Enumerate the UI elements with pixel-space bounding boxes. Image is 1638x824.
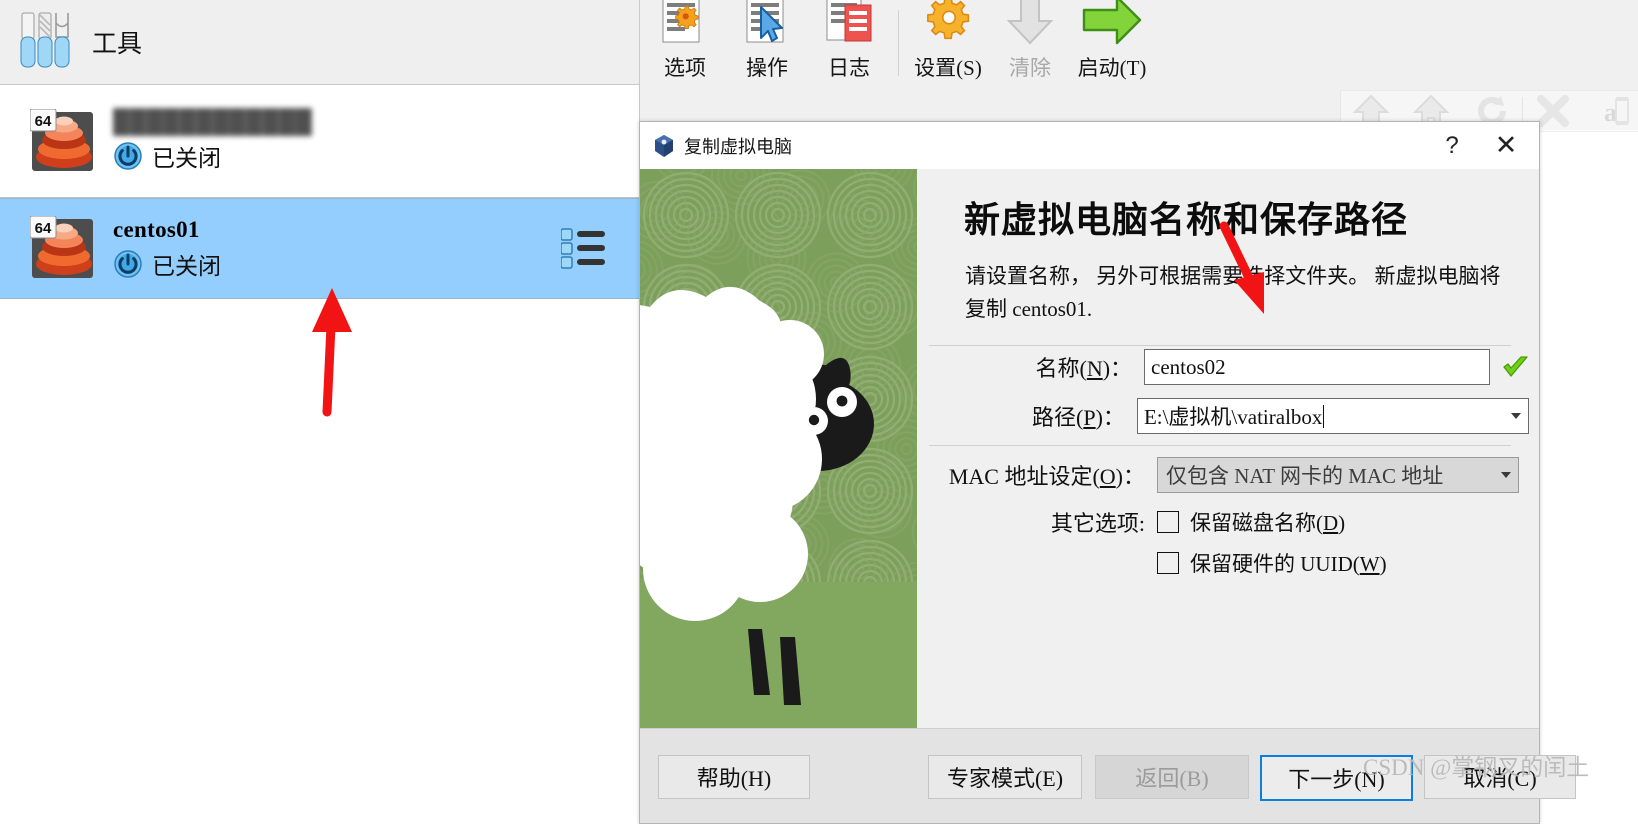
machine-name: ████████████ [113,109,313,134]
os-type-icon: 64 [29,215,95,281]
sheep-banner-image [640,169,917,744]
help-button[interactable]: ? [1425,123,1479,169]
machine-state-label: 已关闭 [152,146,221,171]
valid-check-icon [1502,355,1529,379]
toolbar-items: 选项 操作 日志 设置(S) 清除 启动(T) [644,0,1153,82]
options-form: MAC 地址设定(O)： 仅包含 NAT 网卡的 MAC 地址 其它选项: 保留… [917,457,1529,591]
machine-list-pane: 工具 64 ████████████ 已关闭 64 centos01 已关闭 [0,0,639,822]
machine-name: centos01 [113,216,200,242]
toolbar-button-label: 操作 [746,56,788,80]
main-toolbar: 选项 操作 日志 设置(S) 清除 启动(T) a [639,0,1638,132]
toolbar-button-label: 清除 [1009,56,1051,80]
machine-state-label: 已关闭 [152,253,221,279]
checkbox-label: 保留磁盘名称(D) [1190,511,1346,535]
toolbar-button-options[interactable]: 选项 [644,0,726,82]
divider [929,445,1511,446]
rename-icon[interactable]: a [1583,92,1638,130]
text-caret [1323,404,1325,428]
power-off-icon [113,249,143,279]
checkbox-keep-disk-names[interactable]: 保留磁盘名称(D) [1157,507,1345,537]
os-type-icon: 64 [29,108,95,174]
name-label: 名称(N)： [1035,356,1133,381]
mac-policy-value: 仅包含 NAT 网卡的 MAC 地址 [1166,464,1444,488]
chevron-down-icon[interactable] [1501,472,1511,478]
checkbox-label: 保留硬件的 UUID(W) [1190,552,1387,576]
toolbar-button-discard: 清除 [989,0,1071,82]
discard-down-arrow-icon [1002,0,1058,49]
page-description: 请设置名称， 另外可根据需要选择文件夹。 新虚拟电脑将复制 centos01. [965,264,1501,321]
activity-cursor-document-icon [739,0,795,49]
toolbar-button-start[interactable]: 启动(T) [1071,0,1153,82]
toolbar-button-label: 设置(S) [914,56,982,80]
divider [929,345,1511,346]
machine-state: 已关闭 [113,139,312,173]
watermark: CSDN @掌钢叉的闰土 [1363,755,1590,780]
settings-gear-icon [920,0,976,49]
list-item-text: centos01 已关闭 [113,217,221,281]
form: 名称(N)： centos02 路径(P)： E:\虚拟机\vatiralbox [917,349,1529,447]
checkbox-keep-hardware-uuids[interactable]: 保留硬件的 UUID(W) [1157,548,1387,578]
machine-state: 已关闭 [113,247,221,281]
tools-row[interactable]: 工具 [0,0,639,85]
back-button: 返回(B) [1095,755,1249,799]
close-icon[interactable]: ✕ [1479,123,1533,169]
form-row-mac: MAC 地址设定(O)： 仅包含 NAT 网卡的 MAC 地址 [917,457,1529,493]
list-item[interactable]: 64 ████████████ 已关闭 [0,85,639,198]
options-gear-document-icon [657,0,713,49]
tools-label: 工具 [92,31,143,58]
log-document-icon [821,0,877,49]
help-button[interactable]: 帮助(H) [658,755,810,799]
dialog-content: 新虚拟电脑名称和保存路径 请设置名称， 另外可根据需要选择文件夹。 新虚拟电脑将… [917,169,1539,774]
toolbar-button-label: 启动(T) [1077,56,1147,80]
tools-icon [18,11,74,73]
list-item-text: ████████████ 已关闭 [113,109,312,173]
toolbar-separator [898,10,899,76]
power-off-icon [113,141,143,171]
form-row-path: 路径(P)： E:\虚拟机\vatiralbox [917,398,1529,434]
name-input-value: centos02 [1151,354,1226,379]
path-label: 路径(P)： [1032,405,1125,430]
form-row-name: 名称(N)： centos02 [917,349,1529,385]
page-title: 新虚拟电脑名称和保存路径 [964,200,1409,240]
dialog-title: 复制虚拟电脑 [684,136,792,157]
clone-vm-dialog: 复制虚拟电脑 ? ✕ 新虚拟电脑名称和保存路径 请设置名称， 另外可根据需要选择… [639,121,1576,824]
mac-policy-select[interactable]: 仅包含 NAT 网卡的 MAC 地址 [1157,457,1519,493]
dialog-title-bar[interactable]: 复制虚拟电脑 ? ✕ [640,122,1539,170]
form-row-other-1: 其它选项: 保留磁盘名称(D) [917,506,1529,538]
toolbar-button-label: 日志 [828,56,870,80]
svg-text:64: 64 [35,220,52,237]
path-input[interactable]: E:\虚拟机\vatiralbox [1136,398,1529,434]
path-input-value: E:\虚拟机\vatiralbox [1143,405,1323,429]
chevron-down-icon[interactable] [1511,413,1521,419]
virtualbox-logo-icon [653,134,675,158]
mac-label: MAC 地址设定(O)： [948,464,1145,489]
list-item[interactable]: 64 centos01 已关闭 [0,198,639,299]
checkbox-box-icon[interactable] [1157,552,1179,574]
dialog-body: 新虚拟电脑名称和保存路径 请设置名称， 另外可根据需要选择文件夹。 新虚拟电脑将… [640,169,1539,774]
form-row-other-2: 保留硬件的 UUID(W) [917,548,1529,578]
expert-mode-button[interactable]: 专家模式(E) [928,755,1082,799]
start-green-arrow-icon [1081,0,1143,49]
toolbar-button-log[interactable]: 日志 [808,0,890,82]
other-options-label: 其它选项: [1050,511,1145,536]
toolbar-button-settings[interactable]: 设置(S) [907,0,989,82]
toolbar-button-label: 选项 [664,56,706,80]
details-list-icon[interactable] [560,227,607,270]
dialog-title-buttons: ? ✕ [1425,123,1539,169]
checkbox-box-icon[interactable] [1157,511,1179,533]
svg-text:64: 64 [35,113,52,130]
toolbar-button-activity[interactable]: 操作 [726,0,808,82]
name-input[interactable]: centos02 [1144,349,1490,385]
